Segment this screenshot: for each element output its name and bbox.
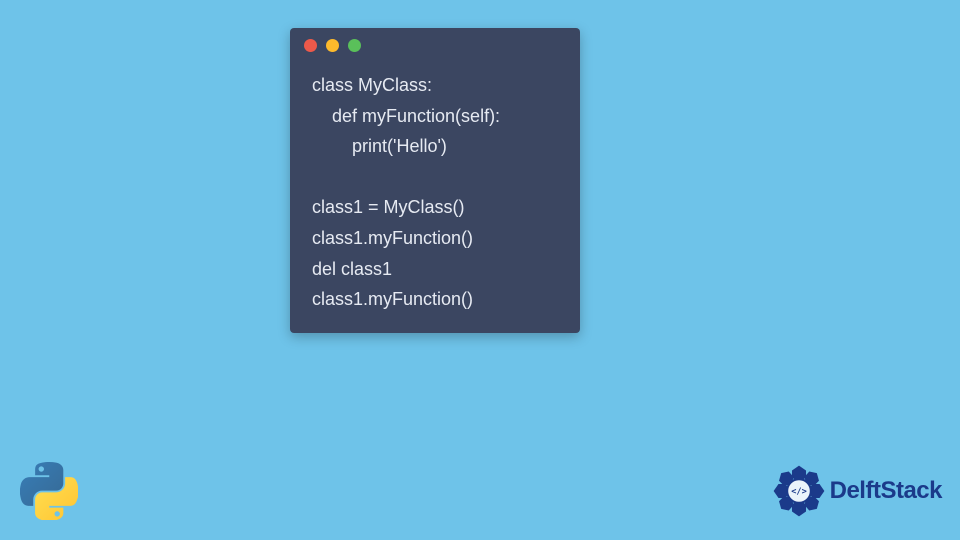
code-body: class MyClass: def myFunction(self): pri… — [290, 62, 580, 319]
code-window: class MyClass: def myFunction(self): pri… — [290, 28, 580, 333]
maximize-icon — [348, 39, 361, 52]
minimize-icon — [326, 39, 339, 52]
close-icon — [304, 39, 317, 52]
brand-name: DelftStack — [830, 477, 942, 505]
window-titlebar — [290, 28, 580, 62]
delftstack-logo-icon: </> — [772, 464, 826, 518]
svg-text:</>: </> — [791, 487, 807, 497]
delftstack-brand: </> DelftStack — [772, 464, 942, 518]
python-logo-icon — [20, 462, 78, 520]
